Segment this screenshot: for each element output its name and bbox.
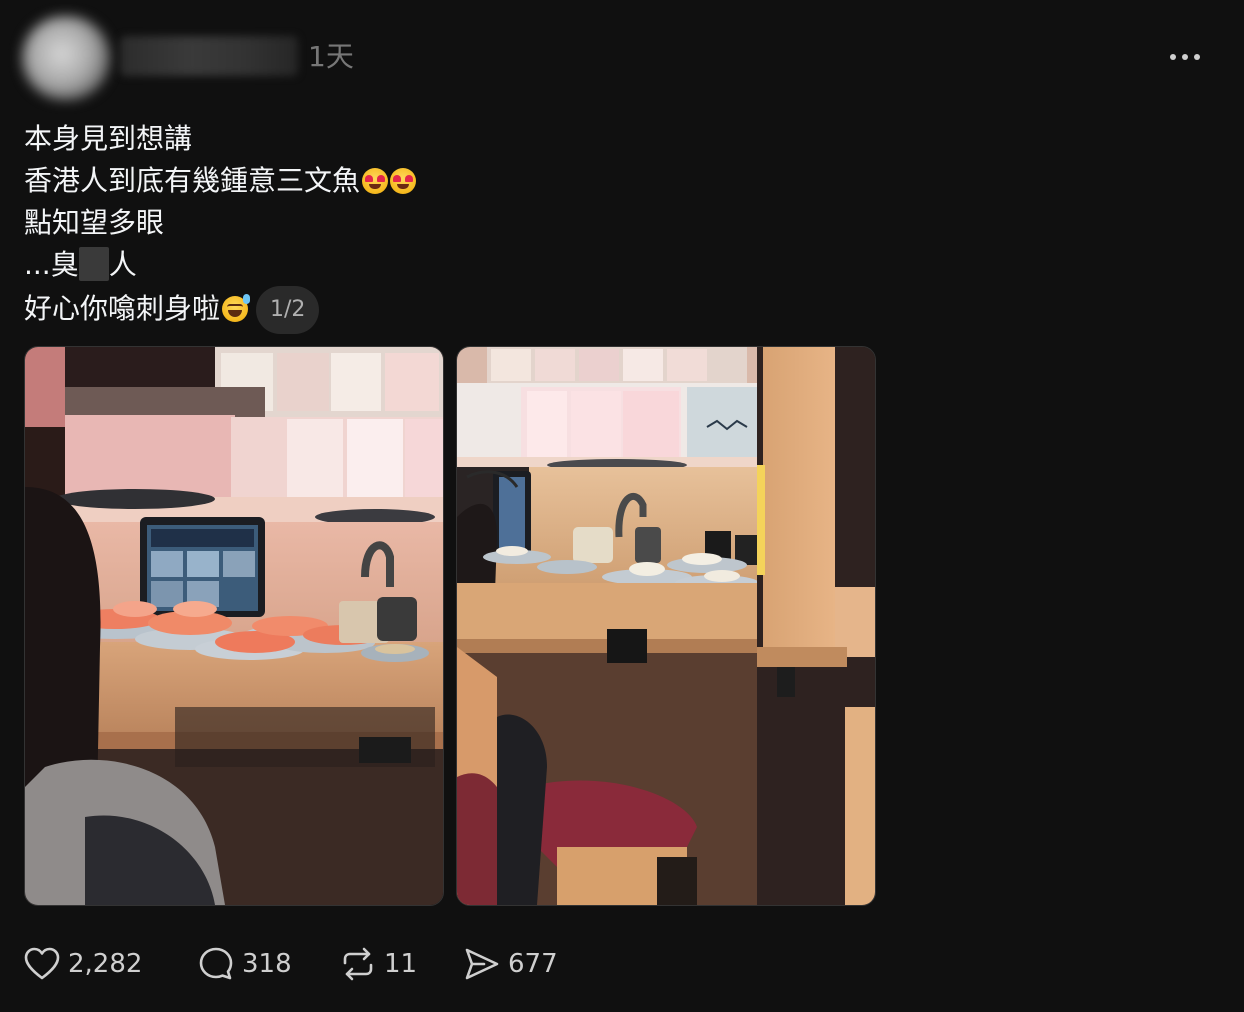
post-line-4: ...臭人 bbox=[24, 247, 137, 281]
avatar[interactable] bbox=[22, 16, 110, 100]
share-button[interactable]: 677 bbox=[464, 944, 558, 984]
comment-count: 318 bbox=[242, 949, 292, 979]
post-image-2[interactable] bbox=[456, 346, 876, 906]
heart-eyes-emoji-icon bbox=[362, 168, 389, 194]
repost-icon bbox=[343, 947, 373, 981]
post-body: 本身見到想講 香港人到底有幾鍾意三文魚 點知望多眼 ...臭人 好心你噏刺身啦 1… bbox=[24, 118, 924, 334]
post-time: 1天 bbox=[308, 40, 354, 73]
comment-icon bbox=[199, 947, 233, 980]
post-image-1[interactable] bbox=[24, 346, 444, 906]
post-line-5: 好心你噏刺身啦 1/2 bbox=[24, 286, 924, 334]
like-count: 2,282 bbox=[68, 949, 143, 979]
more-icon bbox=[1167, 54, 1203, 60]
share-count: 677 bbox=[508, 949, 558, 979]
send-icon bbox=[465, 948, 499, 980]
heart-icon bbox=[24, 947, 60, 980]
sweat-smile-emoji-icon bbox=[222, 294, 251, 322]
sushi-counter-photo-2 bbox=[457, 347, 875, 905]
post-line-1: 本身見到想講 bbox=[24, 122, 193, 155]
repost-count: 11 bbox=[384, 949, 418, 979]
heart-eyes-emoji-icon bbox=[390, 168, 417, 194]
post-line-3: 點知望多眼 bbox=[24, 206, 165, 239]
thread-post: 1天 本身見到想講 香港人到底有幾鍾意三文魚 點知望多眼 ...臭人 好心你噏刺… bbox=[0, 0, 1244, 1012]
image-pager-badge: 1/2 bbox=[256, 286, 320, 334]
repost-button[interactable]: 11 bbox=[340, 944, 417, 984]
comment-button[interactable]: 318 bbox=[198, 944, 292, 984]
like-button[interactable]: 2,282 bbox=[24, 944, 142, 984]
sushi-counter-photo-1 bbox=[25, 347, 443, 905]
post-line-2: 香港人到底有幾鍾意三文魚 bbox=[24, 160, 924, 202]
more-button[interactable] bbox=[1162, 44, 1208, 70]
censor-block bbox=[78, 247, 109, 281]
username-redacted[interactable] bbox=[120, 36, 298, 76]
